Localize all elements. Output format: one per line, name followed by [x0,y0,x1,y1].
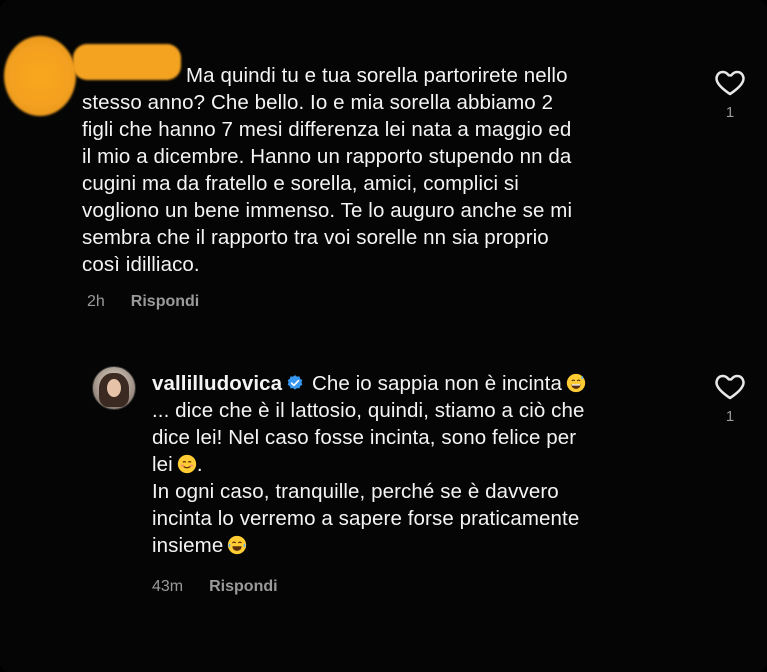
comment-meta: 43m Rispondi [152,578,278,596]
comments-screen: Ma quindi tu e tua sorella partorirete n… [0,0,767,672]
comment-text: vallilludovica Che io sappia non è incin… [152,370,712,559]
comment-timestamp: 2h [87,293,105,310]
comment-timestamp: 43m [152,578,184,595]
like-column: 1 [710,370,750,425]
comment-text-part3: . In ogni caso, tranquille, perché se è … [152,453,580,557]
reply-button[interactable]: Rispondi [209,578,277,596]
like-count: 1 [725,104,735,121]
redacted-avatar [4,36,76,116]
tears-of-joy-emoji [228,535,247,555]
heart-outline-icon[interactable] [713,370,747,402]
grinning-sweat-emoji [566,373,586,393]
username[interactable]: vallilludovica [152,372,282,395]
like-column: 1 [710,66,750,121]
comment-text-rest: stesso anno? Che bello. Io e mia sorella… [82,91,573,276]
smiling-blush-emoji [177,454,196,474]
comment-text-line1: Ma quindi tu e tua sorella partorirete n… [186,64,568,87]
heart-outline-icon[interactable] [713,66,747,98]
verified-badge-icon [287,375,303,390]
reply-button[interactable]: Rispondi [131,293,199,311]
comment-text-part1: Che io sappia non è incinta [311,372,562,395]
comment-text: Ma quindi tu e tua sorella partorirete n… [82,62,692,278]
comment-text-part2: ... dice che è il lattosio, quindi, stia… [152,399,585,476]
like-count: 1 [725,408,735,425]
avatar[interactable] [92,366,136,410]
comment-meta: 2h Rispondi [87,293,199,311]
